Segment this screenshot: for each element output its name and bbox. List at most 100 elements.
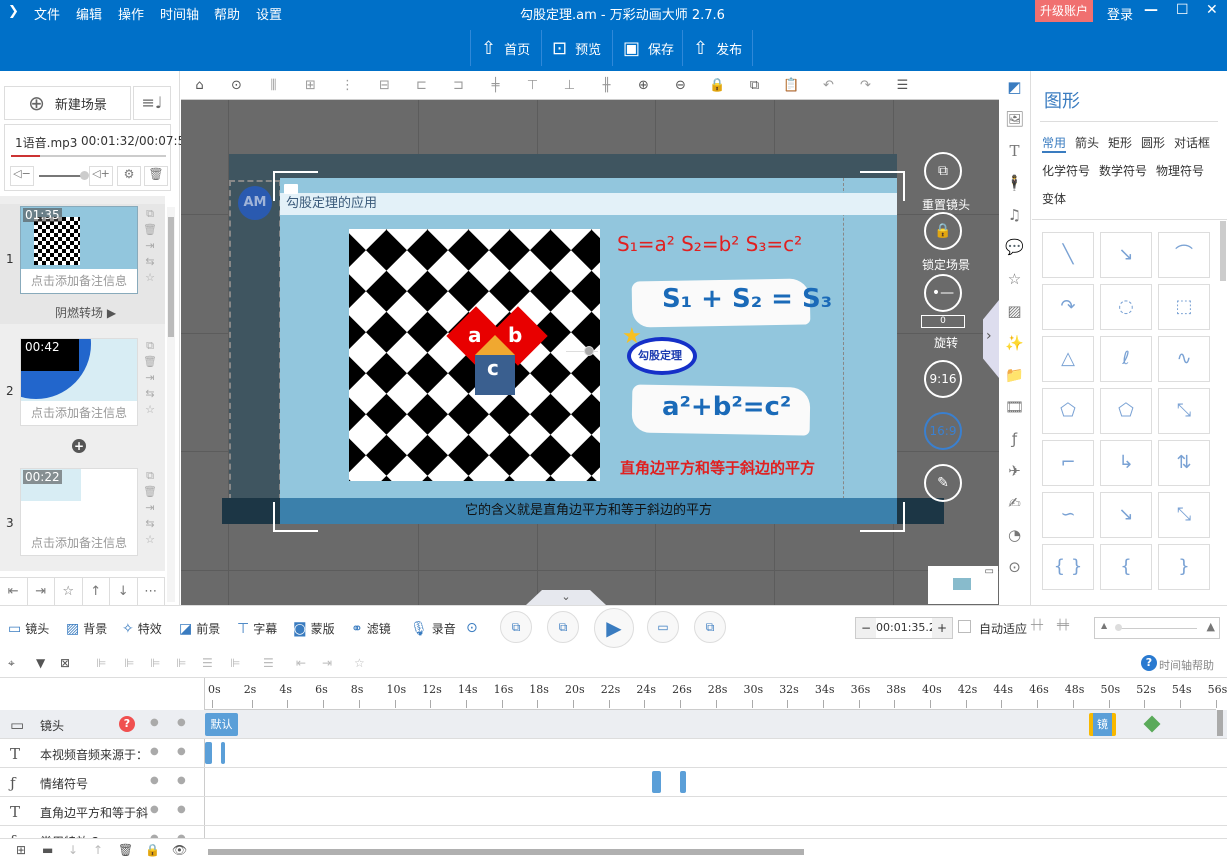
zoom-in-icon[interactable]: ⊕	[625, 78, 662, 93]
login-button[interactable]: 登录	[1107, 4, 1133, 23]
locate-icon[interactable]: ⌖	[8, 656, 15, 671]
scene-scrollbar[interactable]	[167, 207, 175, 602]
effect-clip[interactable]	[680, 771, 686, 793]
slide-title[interactable]: 勾股定理的应用	[280, 193, 897, 215]
tab-common[interactable]: 常用	[1042, 134, 1067, 153]
copy-icon[interactable]: ⧉	[146, 339, 154, 352]
export-icon[interactable]: ⇥	[28, 578, 55, 605]
save-button[interactable]: ▣ 保存	[612, 30, 684, 66]
tab-variants[interactable]: 变体	[1042, 190, 1066, 207]
foreground-button[interactable]: ◪ 前景	[179, 620, 220, 637]
eye-icon[interactable]: 👁	[172, 843, 187, 857]
export-icon[interactable]: ⇥	[145, 239, 154, 252]
upgrade-button[interactable]: 升级账户	[1035, 0, 1093, 22]
more-icon[interactable]: ⋯	[138, 578, 165, 605]
replace-icon[interactable]: ⇆	[145, 517, 154, 530]
statement-text[interactable]: 直角边平方和等于斜边的平方	[620, 457, 815, 478]
help-icon[interactable]: ?	[1141, 655, 1157, 671]
timeline-track[interactable]: T 本视频音频来源于： ● ●	[0, 739, 1227, 768]
shape-dashed-triangle[interactable]: △	[1042, 336, 1094, 382]
lock-icon[interactable]: 🔒	[699, 78, 736, 93]
shape-double-arrow[interactable]: ⤡	[1158, 388, 1210, 434]
audio-delete-button[interactable]: 🗑	[144, 166, 168, 186]
visibility-dot[interactable]: ●	[150, 717, 159, 728]
timeline-track[interactable]: ƒ 情绪符号 ● ●	[0, 768, 1227, 797]
star-icon[interactable]: ☆	[55, 578, 83, 605]
shape-step-line[interactable]: ⌐	[1042, 440, 1094, 486]
more-icon[interactable]: ⊙	[218, 78, 255, 93]
camera-clip[interactable]: 镜头	[1089, 713, 1116, 754]
filter-button[interactable]: ⚭ 滤镜	[351, 620, 391, 637]
paste-icon[interactable]: 📋	[773, 78, 810, 93]
minimap-toggle-icon[interactable]: ▭	[985, 566, 994, 577]
shape-s-curve-double-arrow[interactable]: ⤡	[1158, 492, 1210, 538]
stretch-icon[interactable]: ⊫	[230, 656, 240, 670]
text-clip[interactable]	[221, 742, 225, 764]
home-icon[interactable]: ⌂	[181, 78, 218, 93]
scene-thumbnail[interactable]: 01:35 点击添加备注信息	[20, 206, 138, 294]
delete-icon[interactable]: 🗑	[143, 485, 157, 498]
formula-pythagoras[interactable]: a²+b²=c²	[662, 392, 791, 422]
shape-step-arrow[interactable]: ↳	[1100, 440, 1152, 486]
ratio-16-9-button[interactable]: 16:9	[924, 412, 962, 450]
new-scene-button[interactable]: ⊕ 新建场景	[4, 86, 131, 120]
shift-left-icon[interactable]: ⇤	[296, 656, 306, 670]
align-right-icon[interactable]: ⊫	[124, 656, 134, 670]
more-tools-button[interactable]: ⊙	[466, 620, 478, 636]
timeline-zoom-slider[interactable]: ▲ ▲	[1094, 617, 1220, 639]
publish-button[interactable]: ⇧ 发布	[682, 30, 754, 66]
camera-frame-default[interactable]	[229, 180, 281, 500]
zoom-fit-icon[interactable]: ┼┼	[1031, 620, 1043, 631]
photo-icon[interactable]: ▨	[999, 295, 1030, 327]
scene-thumbnail[interactable]: 00:22 点击添加备注信息	[20, 468, 138, 556]
shape-line[interactable]: ╲	[1042, 232, 1094, 278]
align-end-icon[interactable]: ⊫	[176, 656, 186, 670]
formula-areas[interactable]: S₁=a² S₂=b² S₃=c²	[617, 232, 802, 256]
replace-icon[interactable]: ⇆	[145, 387, 154, 400]
image-icon[interactable]: 🖼	[999, 103, 1030, 135]
scene-note[interactable]: 点击添加备注信息	[21, 269, 137, 293]
shape-cut-corner-shape[interactable]: ⬠	[1042, 388, 1094, 434]
airplane-icon[interactable]: ✈	[999, 455, 1030, 487]
shape-double-step-arrow[interactable]: ⇅	[1158, 440, 1210, 486]
scene-item[interactable]: 3 00:22 点击添加备注信息 ⧉ 🗑 ⇥ ⇆ ☆	[0, 466, 165, 566]
scene-item[interactable]: 2 00:42 点击添加备注信息 ⧉ 🗑 ⇥ ⇆ ☆ +	[0, 334, 165, 454]
menu-file[interactable]: 文件	[34, 4, 60, 23]
ratio-9-16-button[interactable]: 9:16	[924, 360, 962, 398]
shape-dashed-rect[interactable]: ⬚	[1158, 284, 1210, 330]
export-icon[interactable]: ⇥	[145, 501, 154, 514]
sticker-icon[interactable]: ☆	[999, 263, 1030, 295]
align-top-icon[interactable]: ⊤	[514, 78, 551, 93]
shape-s-curve[interactable]: ∽	[1042, 492, 1094, 538]
music-list-button[interactable]: ≡♩	[133, 86, 171, 120]
subtitle-button[interactable]: ⊤ 字幕	[237, 620, 277, 637]
redo-icon[interactable]: ↷	[847, 78, 884, 93]
visibility-dot[interactable]: ●	[150, 775, 159, 786]
lock-scene-button[interactable]: 🔒	[924, 212, 962, 250]
lock-icon[interactable]: 🔒	[145, 843, 160, 857]
shapes-icon[interactable]: ◩	[999, 71, 1030, 103]
align-start-icon[interactable]: ⊫	[150, 656, 160, 670]
export-icon[interactable]: ⇥	[145, 371, 154, 384]
menu-help[interactable]: 帮助	[214, 4, 240, 23]
history-icon[interactable]: ☰	[884, 78, 921, 93]
shape-s-curve-arrow[interactable]: ↘	[1100, 492, 1152, 538]
text-clip[interactable]	[205, 742, 212, 764]
copy-icon[interactable]: ⧉	[146, 207, 154, 220]
record-button[interactable]: 🎙 录音	[410, 620, 456, 637]
close-button[interactable]: ✕	[1206, 2, 1218, 18]
home-button[interactable]: ⇧ 首页	[470, 30, 540, 66]
scene-note[interactable]: 点击添加备注信息	[21, 401, 137, 425]
align-v-icon[interactable]: ⋮	[329, 78, 366, 93]
rotate-input[interactable]: 0	[921, 315, 965, 328]
align-left-icon[interactable]: ⊏	[403, 78, 440, 93]
timeline-track[interactable]: T 直角边平方和等于斜 ● ●	[0, 797, 1227, 826]
align-center-icon[interactable]: ╪	[477, 78, 514, 93]
move-down-icon[interactable]: ↓	[68, 843, 78, 857]
delete-icon[interactable]: 🗑	[143, 223, 157, 236]
scene-transition[interactable]: 阴燃转场 ▶	[55, 304, 116, 321]
replace-icon[interactable]: ⇆	[145, 255, 154, 268]
align-right-icon[interactable]: ⊐	[440, 78, 477, 93]
import-icon[interactable]: ⇤	[0, 578, 28, 605]
audio-progress[interactable]	[11, 155, 166, 157]
